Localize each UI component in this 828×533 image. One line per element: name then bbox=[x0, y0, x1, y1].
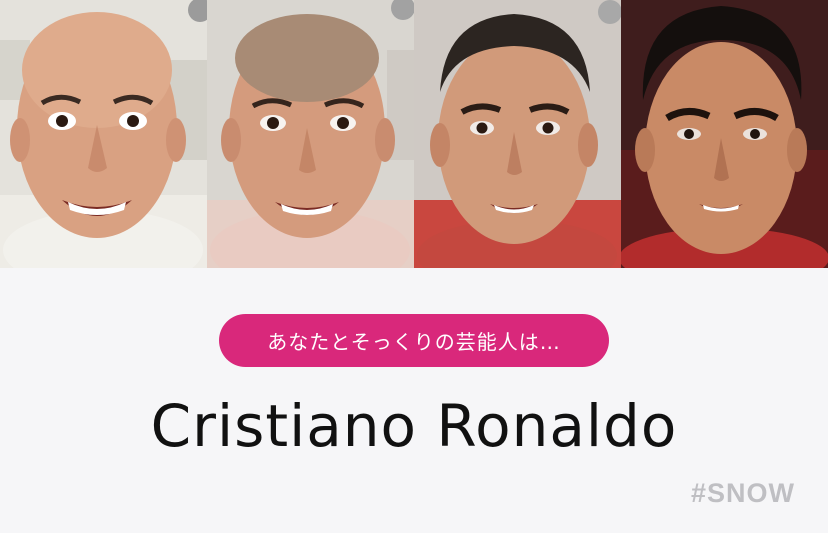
morph-frame-1 bbox=[207, 0, 414, 268]
face-photo-morph-2 bbox=[414, 0, 621, 268]
face-photo-original bbox=[0, 0, 207, 268]
face-photo-celebrity bbox=[621, 0, 828, 268]
morph-frame-celebrity bbox=[621, 0, 828, 268]
morph-frame-2 bbox=[414, 0, 621, 268]
celebrity-name: Cristiano Ronaldo bbox=[150, 392, 678, 460]
result-card: あなたとそっくりの芸能人は… Cristiano Ronaldo #SNOW bbox=[0, 268, 828, 533]
lookalike-prompt-badge: あなたとそっくりの芸能人は… bbox=[219, 314, 609, 367]
app-hashtag-watermark: #SNOW bbox=[690, 478, 795, 508]
lookalike-prompt-text: あなたとそっくりの芸能人は… bbox=[267, 330, 561, 354]
morph-frame-original bbox=[0, 0, 207, 268]
face-photo-morph-1 bbox=[207, 0, 414, 268]
face-morph-strip bbox=[0, 0, 828, 268]
